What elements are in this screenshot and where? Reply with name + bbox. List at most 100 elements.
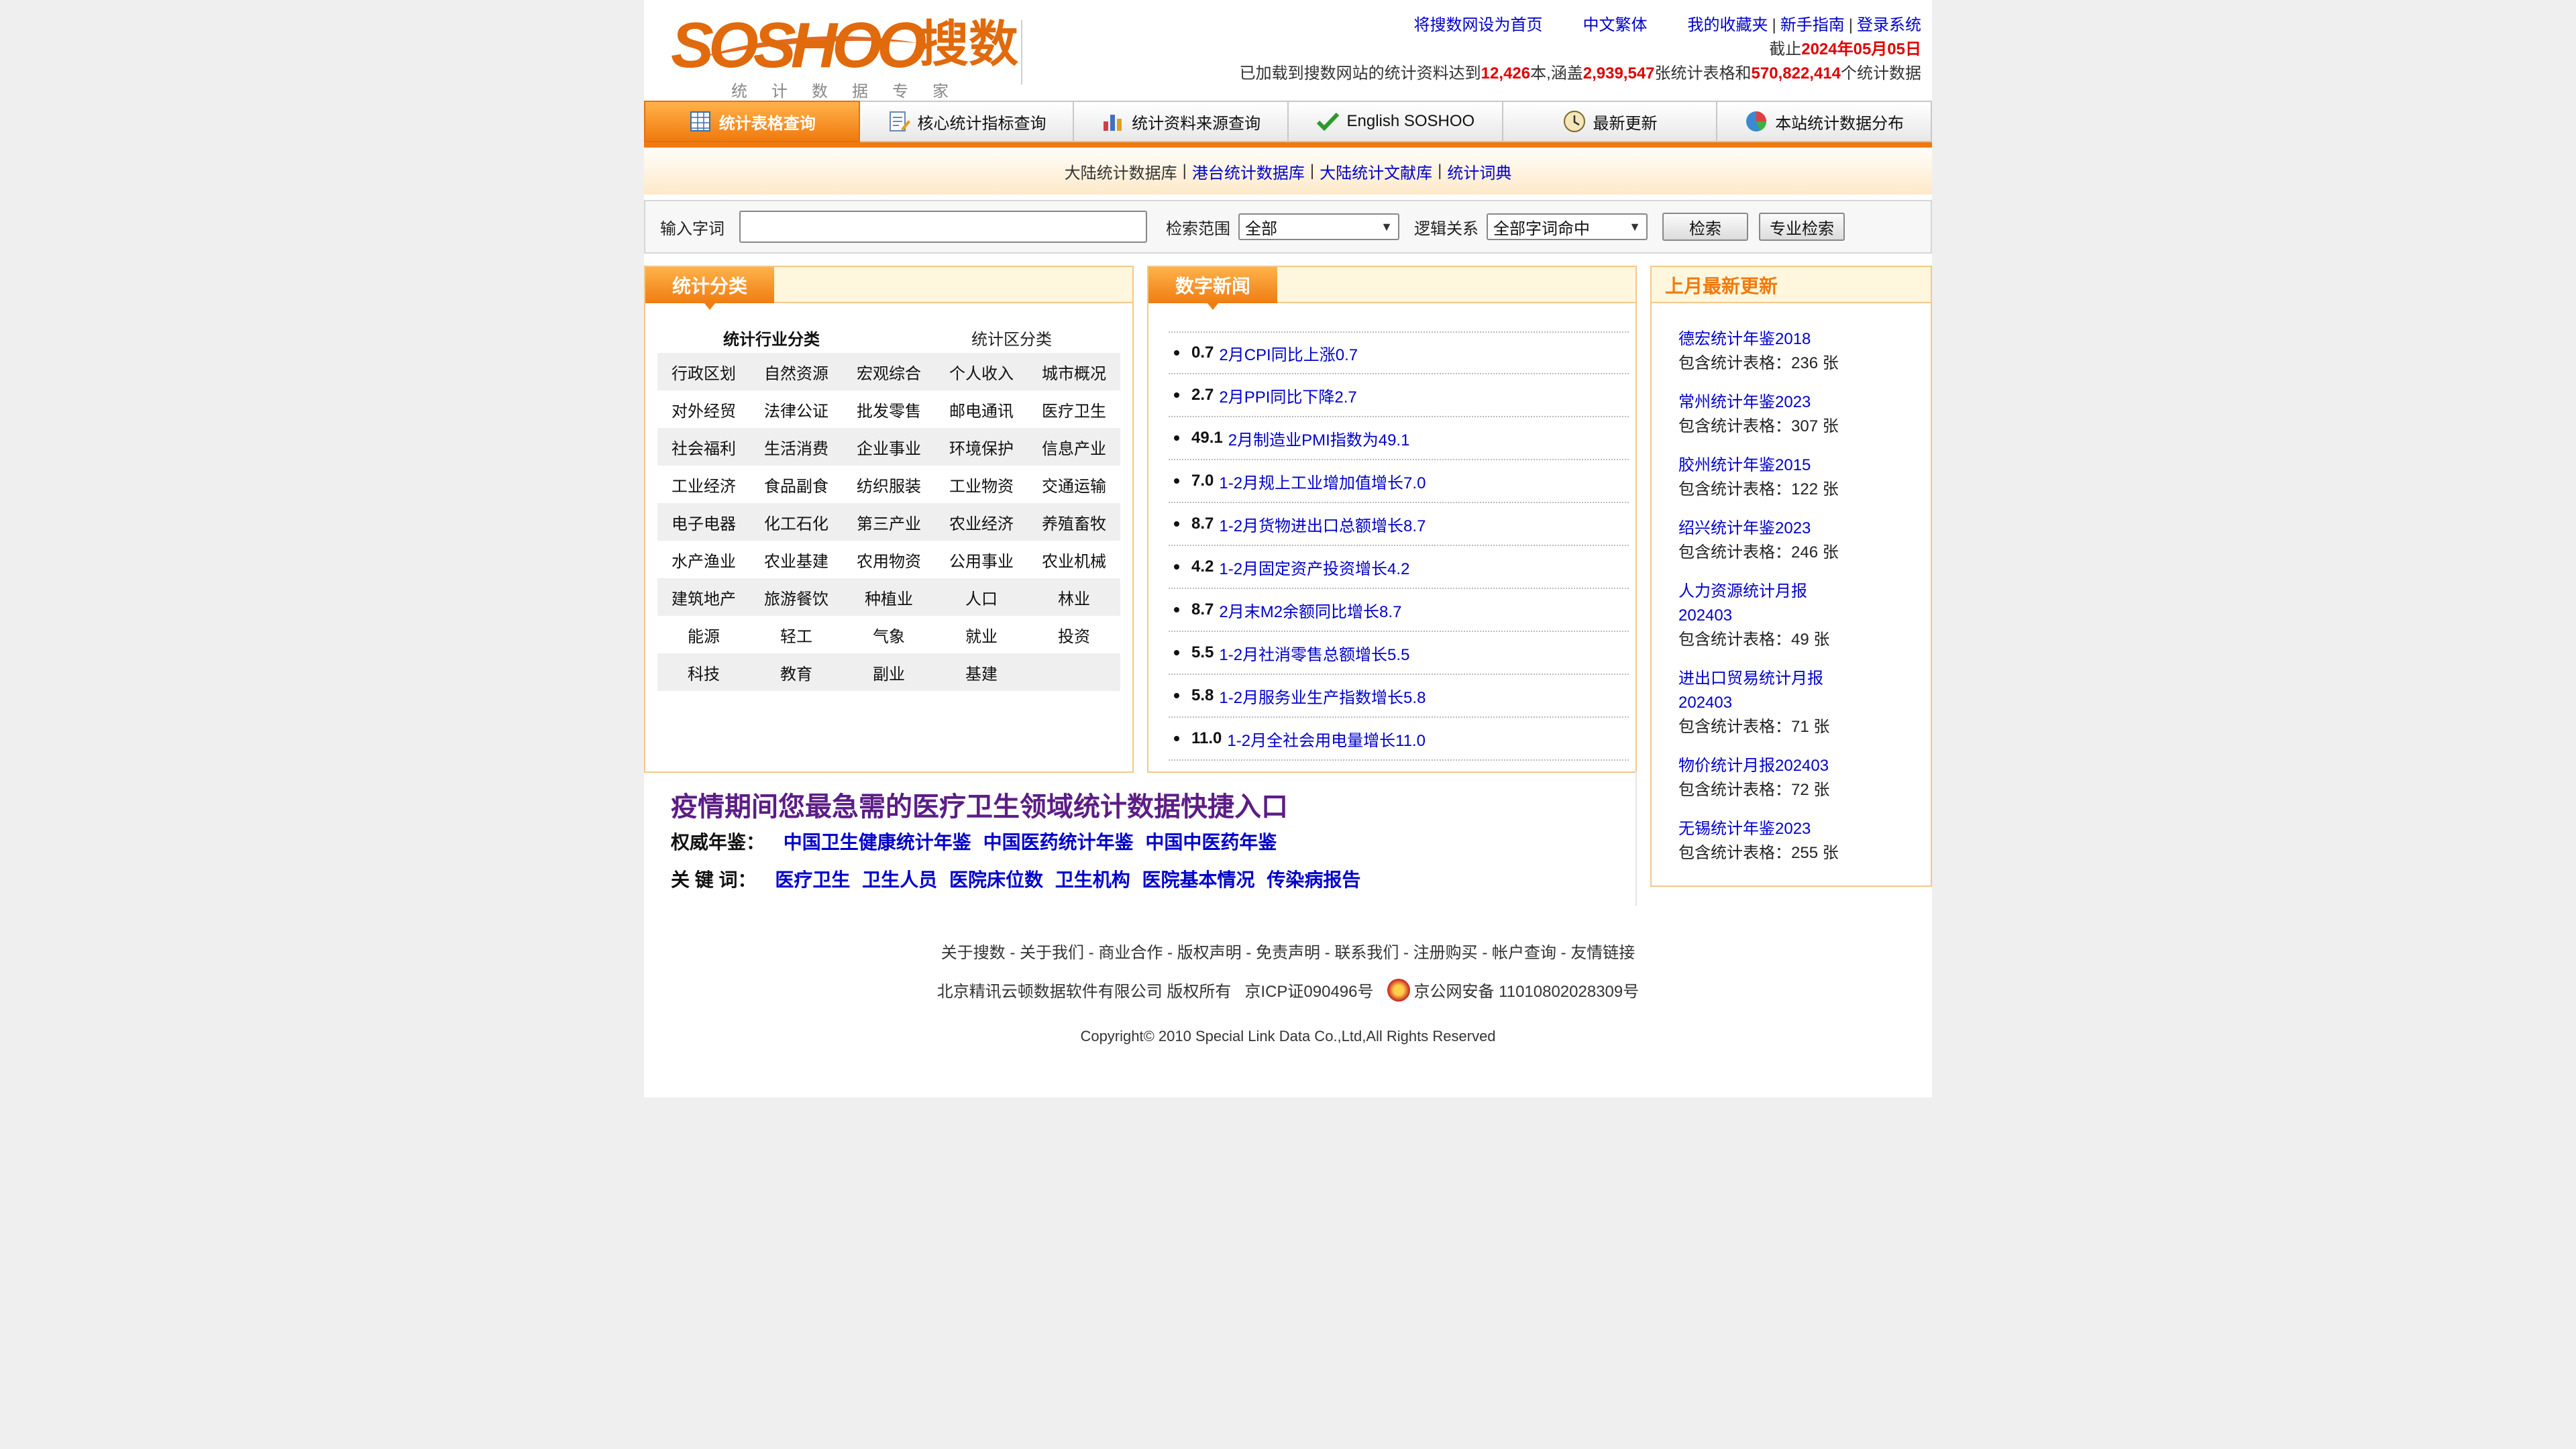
category-item[interactable]: 食品副食 xyxy=(750,473,843,496)
update-title-link[interactable]: 人力资源统计月报 xyxy=(1678,580,1839,604)
category-item[interactable]: 生活消费 xyxy=(750,435,843,459)
keyword-link[interactable]: 卫生人员 xyxy=(862,869,937,890)
db-hk-tw-data[interactable]: 港台统计数据库 xyxy=(1192,160,1305,183)
login-link[interactable]: 登录系统 xyxy=(1857,16,1921,34)
category-item[interactable]: 宏观综合 xyxy=(843,360,935,384)
category-item[interactable]: 社会福利 xyxy=(657,435,750,459)
region-category-head[interactable]: 统计区分类 xyxy=(971,326,1052,350)
category-item[interactable]: 旅游餐饮 xyxy=(750,586,843,609)
category-item[interactable]: 个人收入 xyxy=(935,360,1028,384)
footer-link[interactable]: 友情链接 xyxy=(1570,944,1635,962)
category-item[interactable]: 交通运输 xyxy=(1028,473,1120,496)
category-item[interactable]: 企业事业 xyxy=(843,435,935,459)
category-item[interactable]: 邮电通讯 xyxy=(935,398,1028,421)
update-title-link[interactable]: 物价统计月报202403 xyxy=(1678,754,1839,778)
category-item[interactable]: 养殖畜牧 xyxy=(1028,511,1120,534)
footer-link[interactable]: 版权声明 xyxy=(1177,944,1242,962)
soshoo-logo[interactable]: SOSHOO 搜数 统计数据专家 xyxy=(671,13,1020,101)
set-homepage-link[interactable]: 将搜数网设为首页 xyxy=(1414,16,1543,34)
category-item[interactable]: 医疗卫生 xyxy=(1028,398,1120,421)
news-link[interactable]: 1-2月规上工业增加值增长7.0 xyxy=(1219,470,1426,493)
traditional-chinese-link[interactable]: 中文繁体 xyxy=(1583,16,1648,34)
tab-source-query[interactable]: 统计资料来源查询 xyxy=(1074,101,1289,142)
category-item[interactable]: 林业 xyxy=(1028,586,1120,609)
search-button[interactable]: 检索 xyxy=(1662,213,1748,241)
category-item[interactable]: 第三产业 xyxy=(843,511,935,534)
category-item[interactable]: 能源 xyxy=(657,623,750,647)
police-record[interactable]: 京公网安备 11010802028309号 xyxy=(1414,978,1640,1002)
category-item[interactable]: 基建 xyxy=(935,661,1028,684)
category-item[interactable]: 城市概况 xyxy=(1028,360,1120,384)
keyword-link[interactable]: 医疗卫生 xyxy=(775,869,850,890)
category-item[interactable]: 工业物资 xyxy=(935,473,1028,496)
category-item[interactable]: 信息产业 xyxy=(1028,435,1120,459)
news-link[interactable]: 1-2月货物进出口总额增长8.7 xyxy=(1219,513,1426,536)
db-mainland-data[interactable]: 大陆统计数据库 xyxy=(1065,160,1177,183)
advanced-search-button[interactable]: 专业检索 xyxy=(1759,213,1845,241)
category-item[interactable]: 化工石化 xyxy=(750,511,843,534)
update-title-link[interactable]: 202403 xyxy=(1678,691,1839,715)
news-link[interactable]: 2月CPI同比上涨0.7 xyxy=(1219,341,1358,365)
update-title-link[interactable]: 进出口贸易统计月报 xyxy=(1678,667,1839,691)
scope-select[interactable]: 全部 ▼ xyxy=(1238,213,1399,240)
category-item[interactable]: 电子电器 xyxy=(657,511,750,534)
category-item[interactable]: 行政区划 xyxy=(657,360,750,384)
news-link[interactable]: 2月制造业PMI指数为49.1 xyxy=(1228,427,1410,450)
industry-category-head[interactable]: 统计行业分类 xyxy=(723,326,820,350)
tab-data-distribution[interactable]: 本站统计数据分布 xyxy=(1717,101,1933,142)
category-item[interactable]: 建筑地产 xyxy=(657,586,750,609)
category-item[interactable]: 人口 xyxy=(935,586,1028,609)
category-item[interactable]: 批发零售 xyxy=(843,398,935,421)
update-title-link[interactable]: 常州统计年鉴2023 xyxy=(1678,390,1839,415)
category-item[interactable]: 自然资源 xyxy=(750,360,843,384)
category-item[interactable]: 对外经贸 xyxy=(657,398,750,421)
favorites-link[interactable]: 我的收藏夹 xyxy=(1688,16,1768,34)
category-item[interactable]: 环境保护 xyxy=(935,435,1028,459)
update-title-link[interactable]: 德宏统计年鉴2018 xyxy=(1678,327,1839,352)
category-item[interactable]: 轻工 xyxy=(750,623,843,647)
news-link[interactable]: 1-2月服务业生产指数增长5.8 xyxy=(1219,684,1426,708)
yearbook-link[interactable]: 中国医药统计年鉴 xyxy=(983,832,1134,853)
yearbook-link[interactable]: 中国卫生健康统计年鉴 xyxy=(784,832,971,853)
footer-link[interactable]: 免责声明 xyxy=(1256,944,1320,962)
category-item[interactable]: 工业经济 xyxy=(657,473,750,496)
update-title-link[interactable]: 无锡统计年鉴2023 xyxy=(1678,817,1839,841)
category-item[interactable]: 科技 xyxy=(657,661,750,684)
news-link[interactable]: 1-2月固定资产投资增长4.2 xyxy=(1219,555,1409,579)
keyword-link[interactable]: 医院基本情况 xyxy=(1142,869,1255,890)
tab-latest-updates[interactable]: 最新更新 xyxy=(1503,101,1718,142)
news-link[interactable]: 2月末M2余额同比增长8.7 xyxy=(1219,598,1401,622)
update-title-link[interactable]: 绍兴统计年鉴2023 xyxy=(1678,517,1839,541)
footer-link[interactable]: 注册购买 xyxy=(1413,944,1478,962)
category-item[interactable]: 法律公证 xyxy=(750,398,843,421)
db-stat-dictionary[interactable]: 统计词典 xyxy=(1447,160,1511,183)
category-item[interactable]: 农用物资 xyxy=(843,548,935,572)
category-item[interactable]: 公用事业 xyxy=(935,548,1028,572)
category-item[interactable]: 农业经济 xyxy=(935,511,1028,534)
icp-number[interactable]: 京ICP证090496号 xyxy=(1244,978,1373,1002)
keyword-link[interactable]: 医院床位数 xyxy=(949,869,1043,890)
search-input[interactable] xyxy=(739,211,1147,243)
footer-link[interactable]: 关于我们 xyxy=(1020,944,1084,962)
category-item[interactable]: 投资 xyxy=(1028,623,1120,647)
yearbook-link[interactable]: 中国中医药年鉴 xyxy=(1145,832,1277,853)
footer-link[interactable]: 帐户查询 xyxy=(1492,944,1556,962)
tab-core-indicator[interactable]: 核心统计指标查询 xyxy=(859,101,1075,142)
category-item[interactable]: 农业机械 xyxy=(1028,548,1120,572)
category-item[interactable]: 气象 xyxy=(843,623,935,647)
category-item[interactable]: 农业基建 xyxy=(750,548,843,572)
category-item[interactable]: 就业 xyxy=(935,623,1028,647)
tab-english[interactable]: English SOSHOO xyxy=(1289,101,1503,142)
footer-link[interactable]: 商业合作 xyxy=(1098,944,1163,962)
keyword-link[interactable]: 传染病报告 xyxy=(1267,869,1360,890)
category-item[interactable]: 种植业 xyxy=(843,586,935,609)
footer-link[interactable]: 关于搜数 xyxy=(941,944,1006,962)
keyword-link[interactable]: 卫生机构 xyxy=(1055,869,1130,890)
tab-table-query[interactable]: 统计表格查询 xyxy=(644,101,860,142)
news-link[interactable]: 1-2月社消零售总额增长5.5 xyxy=(1219,641,1409,665)
update-title-link[interactable]: 胶州统计年鉴2015 xyxy=(1678,453,1839,478)
category-item[interactable]: 纺织服装 xyxy=(843,473,935,496)
category-item[interactable]: 副业 xyxy=(843,661,935,684)
news-link[interactable]: 1-2月全社会用电量增长11.0 xyxy=(1227,727,1426,751)
guide-link[interactable]: 新手指南 xyxy=(1780,16,1845,34)
